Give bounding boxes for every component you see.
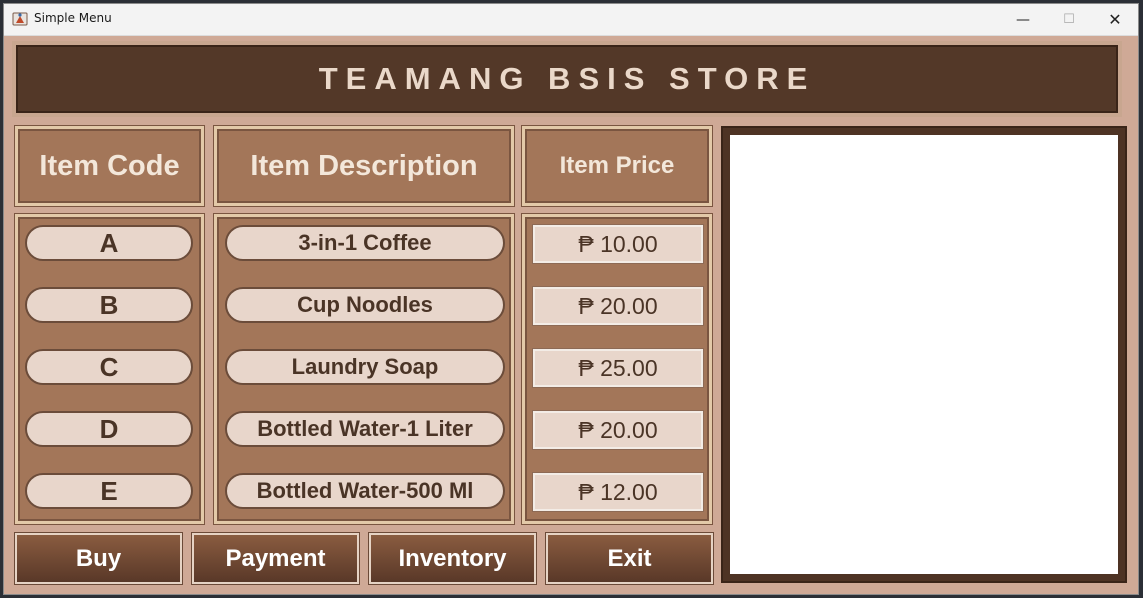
item-code-e[interactable]: E (25, 473, 193, 509)
close-icon[interactable]: ✕ (1092, 4, 1138, 35)
item-description-b[interactable]: Cup Noodles (225, 287, 505, 323)
exit-button[interactable]: Exit (546, 533, 713, 584)
item-description-a[interactable]: 3-in-1 Coffee (225, 225, 505, 261)
item-code-panel: A B C D E (15, 214, 204, 524)
item-description-panel: 3-in-1 Coffee Cup Noodles Laundry Soap B… (214, 214, 514, 524)
inventory-button[interactable]: Inventory (369, 533, 536, 584)
item-description-e[interactable]: Bottled Water-500 Ml (225, 473, 505, 509)
item-code-d[interactable]: D (25, 411, 193, 447)
minimize-icon[interactable]: — (1000, 4, 1046, 35)
title-bar[interactable]: Simple Menu — ☐ ✕ (4, 4, 1138, 36)
item-code-b[interactable]: B (25, 287, 193, 323)
item-price-a: ₱ 10.00 (533, 225, 703, 263)
payment-button[interactable]: Payment (192, 533, 359, 584)
store-title: TEAMANG BSIS STORE (16, 45, 1118, 113)
item-price-b: ₱ 20.00 (533, 287, 703, 325)
java-icon (12, 12, 28, 26)
store-header: TEAMANG BSIS STORE (12, 41, 1122, 117)
item-price-panel: ₱ 10.00 ₱ 20.00 ₱ 25.00 ₱ 20.00 ₱ 12.00 (522, 214, 712, 524)
item-price-c: ₱ 25.00 (533, 349, 703, 387)
item-description-header: Item Description (214, 126, 514, 206)
item-description-d[interactable]: Bottled Water-1 Liter (225, 411, 505, 447)
item-price-d: ₱ 20.00 (533, 411, 703, 449)
receipt-display-frame (721, 126, 1127, 583)
item-code-a[interactable]: A (25, 225, 193, 261)
item-code-c[interactable]: C (25, 349, 193, 385)
item-code-header: Item Code (15, 126, 204, 206)
buy-button[interactable]: Buy (15, 533, 182, 584)
item-price-header: Item Price (522, 126, 712, 206)
receipt-display-area[interactable] (730, 135, 1118, 574)
window-title: Simple Menu (34, 11, 112, 25)
item-price-e: ₱ 12.00 (533, 473, 703, 511)
item-description-c[interactable]: Laundry Soap (225, 349, 505, 385)
maximize-icon[interactable]: ☐ (1046, 4, 1092, 35)
